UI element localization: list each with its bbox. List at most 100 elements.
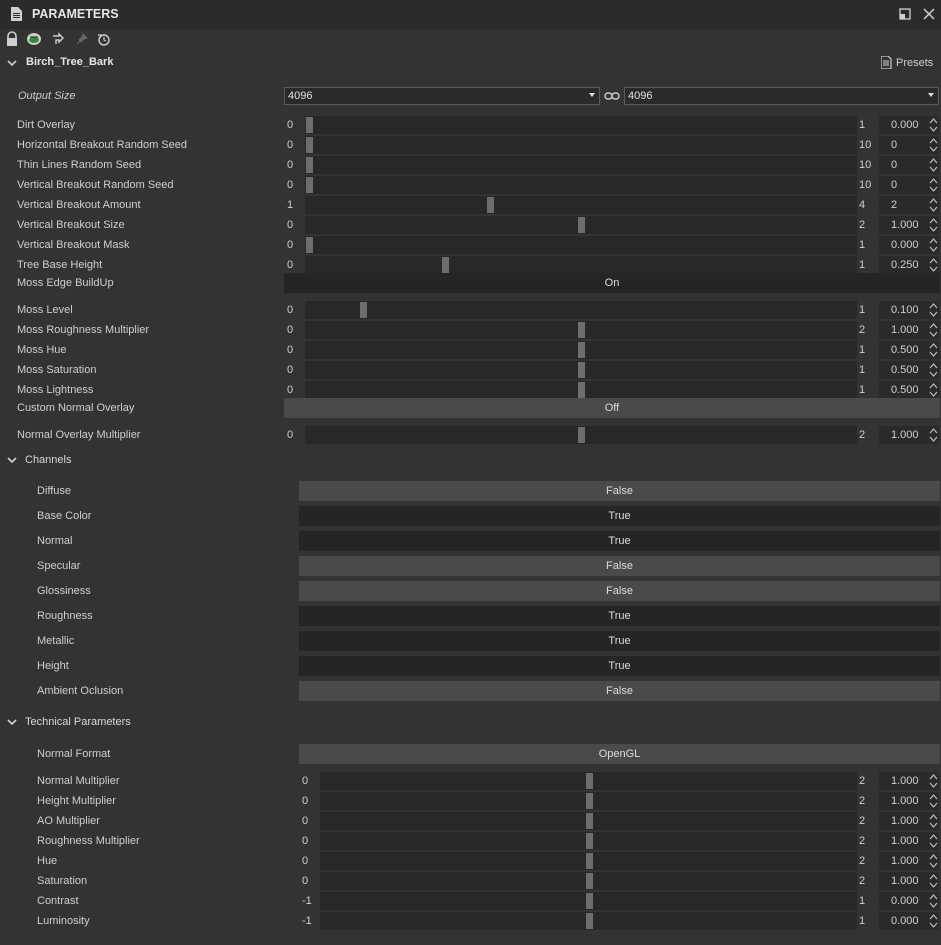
dirt-overlay-slider[interactable] (305, 116, 857, 134)
saturation-slider[interactable] (320, 872, 857, 890)
normal-multiplier-value-field[interactable]: 1.000 (879, 772, 939, 790)
horizontal-breakout-random-seed-value-field[interactable]: 0 (879, 136, 939, 154)
dirt-overlay-slider-handle[interactable] (306, 117, 313, 133)
height-multiplier-slider[interactable] (320, 792, 857, 810)
presets-document-icon[interactable] (881, 56, 892, 69)
moss-edge-toggle[interactable]: On (284, 273, 940, 293)
channel-ambient-oclusion-toggle[interactable]: False (299, 681, 940, 701)
roughness-multiplier-slider[interactable] (320, 832, 857, 850)
normal-overlay-multiplier-value-field[interactable]: 1.000 (879, 426, 939, 444)
spinner-icon[interactable] (929, 302, 938, 318)
horizontal-breakout-random-seed-slider-handle[interactable] (306, 137, 313, 153)
normal-overlay-multiplier-slider[interactable] (305, 426, 857, 444)
spinner-icon[interactable] (929, 197, 938, 213)
vertical-breakout-size-slider-handle[interactable] (578, 217, 585, 233)
moss-level-value-field[interactable]: 0.100 (879, 301, 939, 319)
custom-normal-toggle[interactable]: Off (284, 398, 940, 418)
spinner-icon[interactable] (929, 793, 938, 809)
thin-lines-random-seed-slider-handle[interactable] (306, 157, 313, 173)
roughness-multiplier-slider-handle[interactable] (586, 833, 593, 849)
channel-diffuse-toggle[interactable]: False (299, 481, 940, 501)
saturation-slider-handle[interactable] (586, 873, 593, 889)
chevron-down-icon[interactable] (7, 455, 17, 465)
hue-value-field[interactable]: 1.000 (879, 852, 939, 870)
moss-hue-slider-handle[interactable] (578, 342, 585, 358)
presets-button[interactable]: Presets (896, 57, 933, 69)
ao-multiplier-slider[interactable] (320, 812, 857, 830)
spinner-icon[interactable] (929, 137, 938, 153)
spinner-icon[interactable] (929, 833, 938, 849)
horizontal-breakout-random-seed-slider[interactable] (305, 136, 857, 154)
moss-roughness-multiplier-slider-handle[interactable] (578, 322, 585, 338)
height-multiplier-value-field[interactable]: 1.000 (879, 792, 939, 810)
height-multiplier-slider-handle[interactable] (586, 793, 593, 809)
normal-overlay-multiplier-slider-handle[interactable] (578, 427, 585, 443)
normal-multiplier-slider-handle[interactable] (586, 773, 593, 789)
vertical-breakout-random-seed-slider[interactable] (305, 176, 857, 194)
channel-normal-toggle[interactable]: True (299, 531, 940, 551)
spinner-icon[interactable] (929, 913, 938, 929)
luminosity-slider[interactable] (320, 912, 857, 930)
moss-lightness-slider[interactable] (305, 381, 857, 399)
ao-multiplier-slider-handle[interactable] (586, 813, 593, 829)
vertical-breakout-random-seed-value-field[interactable]: 0 (879, 176, 939, 194)
chain-link-icon[interactable] (604, 89, 620, 103)
close-icon[interactable] (922, 7, 936, 21)
tree-base-height-slider-handle[interactable] (442, 257, 449, 273)
spinner-icon[interactable] (929, 773, 938, 789)
spinner-icon[interactable] (929, 873, 938, 889)
spinner-icon[interactable] (929, 427, 938, 443)
vertical-breakout-size-value-field[interactable]: 1.000 (879, 216, 939, 234)
moss-lightness-value-field[interactable]: 0.500 (879, 381, 939, 399)
spinner-icon[interactable] (929, 322, 938, 338)
output-width-dropdown[interactable]: 4096 (284, 87, 600, 105)
moss-level-slider-handle[interactable] (360, 302, 367, 318)
thin-lines-random-seed-value-field[interactable]: 0 (879, 156, 939, 174)
spinner-icon[interactable] (929, 382, 938, 398)
thin-lines-random-seed-slider[interactable] (305, 156, 857, 174)
luminosity-value-field[interactable]: 0.000 (879, 912, 939, 930)
pin-icon[interactable] (74, 31, 90, 47)
moss-saturation-value-field[interactable]: 0.500 (879, 361, 939, 379)
vertical-breakout-mask-slider-handle[interactable] (306, 237, 313, 253)
channel-metallic-toggle[interactable]: True (299, 631, 940, 651)
hue-slider-handle[interactable] (586, 853, 593, 869)
dirt-overlay-value-field[interactable]: 0.000 (879, 116, 939, 134)
vertical-breakout-amount-slider-handle[interactable] (487, 197, 494, 213)
link-out-icon[interactable] (50, 31, 66, 47)
normal-multiplier-slider[interactable] (320, 772, 857, 790)
contrast-value-field[interactable]: 0.000 (879, 892, 939, 910)
saturation-value-field[interactable]: 1.000 (879, 872, 939, 890)
vertical-breakout-size-slider[interactable] (305, 216, 857, 234)
vertical-breakout-amount-value-field[interactable]: 2 (879, 196, 939, 214)
spinner-icon[interactable] (929, 813, 938, 829)
lock-icon[interactable] (4, 31, 20, 47)
spinner-icon[interactable] (929, 257, 938, 273)
tree-base-height-slider[interactable] (305, 256, 857, 274)
maximize-icon[interactable] (898, 7, 912, 21)
tree-base-height-value-field[interactable]: 0.250 (879, 256, 939, 274)
reset-icon[interactable] (96, 31, 112, 47)
hue-slider[interactable] (320, 852, 857, 870)
spinner-icon[interactable] (929, 157, 938, 173)
vertical-breakout-amount-slider[interactable] (305, 196, 857, 214)
chevron-down-icon[interactable] (7, 717, 17, 727)
spinner-icon[interactable] (929, 853, 938, 869)
sync-icon[interactable] (26, 31, 42, 47)
moss-roughness-multiplier-slider[interactable] (305, 321, 857, 339)
vertical-breakout-mask-value-field[interactable]: 0.000 (879, 236, 939, 254)
spinner-icon[interactable] (929, 177, 938, 193)
spinner-icon[interactable] (929, 117, 938, 133)
moss-saturation-slider[interactable] (305, 361, 857, 379)
channel-base-color-toggle[interactable]: True (299, 506, 940, 526)
chevron-down-icon[interactable] (7, 58, 17, 68)
channel-height-toggle[interactable]: True (299, 656, 940, 676)
spinner-icon[interactable] (929, 237, 938, 253)
ao-multiplier-value-field[interactable]: 1.000 (879, 812, 939, 830)
spinner-icon[interactable] (929, 217, 938, 233)
channel-roughness-toggle[interactable]: True (299, 606, 940, 626)
moss-saturation-slider-handle[interactable] (578, 362, 585, 378)
spinner-icon[interactable] (929, 342, 938, 358)
vertical-breakout-random-seed-slider-handle[interactable] (306, 177, 313, 193)
moss-hue-value-field[interactable]: 0.500 (879, 341, 939, 359)
